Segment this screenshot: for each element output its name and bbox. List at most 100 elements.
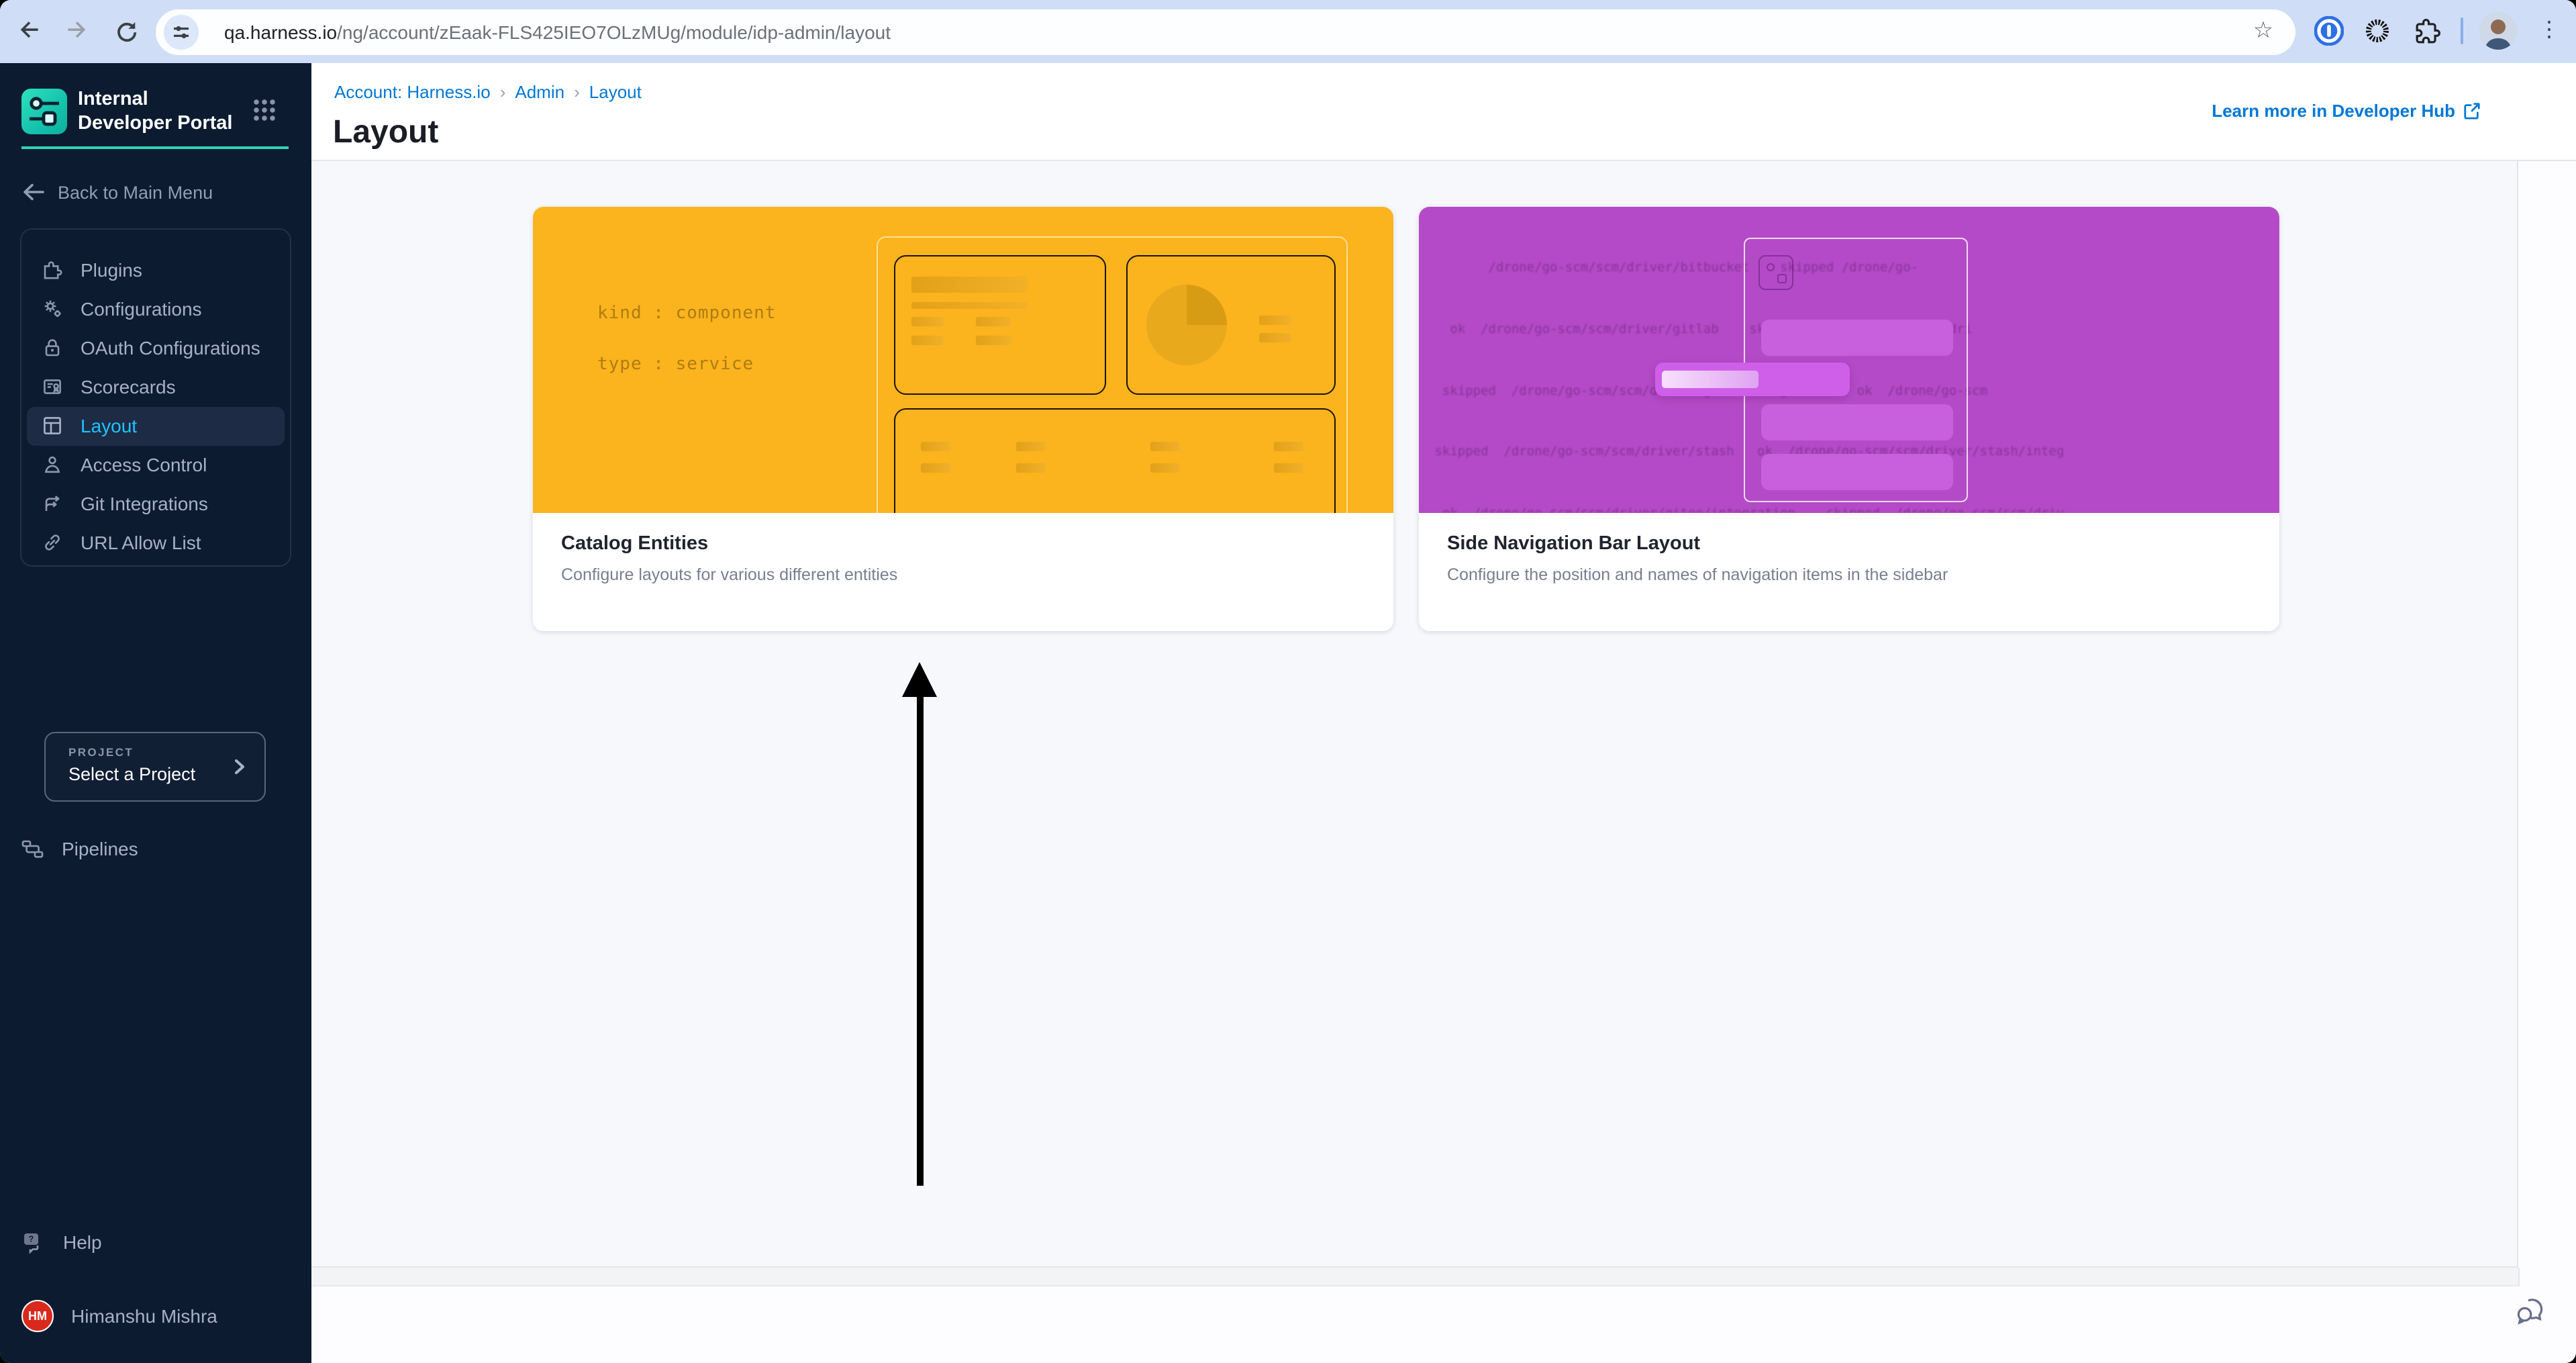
reload-button[interactable] [106, 11, 146, 51]
breadcrumb-separator: › [574, 82, 580, 102]
toolbar-divider [2461, 17, 2463, 44]
sidebar-item-label: Git Integrations [81, 493, 208, 514]
left-arrow-icon [23, 183, 44, 201]
puzzle-icon [2415, 18, 2440, 43]
sidebar-item-git-integrations[interactable]: Git Integrations [27, 484, 285, 523]
browser-window: qa.harness.io/ng/account/zEaak-FLS425IEO… [0, 0, 2576, 1363]
sidebar-item-access-control[interactable]: Access Control [27, 445, 285, 484]
profile-photo [2479, 12, 2517, 50]
help-label: Help [63, 1231, 102, 1253]
breadcrumb-admin-link[interactable]: Admin [515, 82, 564, 102]
card-catalog-entities[interactable]: kind : component type : service Catalog … [533, 207, 1393, 631]
sunburst-icon [2366, 19, 2389, 42]
card-title: Side Navigation Bar Layout [1447, 533, 1701, 555]
url-text[interactable]: qa.harness.io/ng/account/zEaak-FLS425IEO… [224, 9, 891, 55]
idp-logo-glyph [30, 97, 59, 126]
back-icon [20, 21, 38, 38]
sidebar-item-configurations[interactable]: Configurations [27, 289, 285, 328]
sidebar-item-plugins[interactable]: Plugins [27, 250, 285, 289]
sidebar-item-label: URL Allow List [81, 532, 201, 553]
pie-chart-shape [1146, 285, 1227, 365]
code-line: type : service [597, 355, 754, 375]
annotation-arrow-line [917, 694, 924, 1186]
sidebar-item-scorecards[interactable]: Scorecards [27, 367, 285, 406]
card-subtitle: Configure the position and names of navi… [1447, 565, 1948, 584]
gear-icon [44, 300, 61, 317]
sidebar-item-pipelines[interactable]: Pipelines [21, 829, 138, 869]
sidebar-item-label: Configurations [81, 298, 202, 320]
idp-logo[interactable] [21, 89, 67, 134]
back-button[interactable] [9, 11, 50, 51]
user-name: Himanshu Mishra [71, 1305, 217, 1327]
help-button[interactable]: ? Help [21, 1222, 102, 1262]
sidebar-item-label: Pipelines [62, 838, 138, 859]
wireframe-panel-about [894, 255, 1106, 395]
side-nav-illustration: /drone/go-scm/scm/driver/bitbucket skipp… [1419, 207, 2279, 513]
app-grid-icon[interactable] [252, 98, 277, 122]
nav-dragged-item [1655, 363, 1850, 396]
help-chat-icon: ? [24, 1233, 39, 1254]
scorecard-icon [44, 379, 61, 394]
extension-spinner-icon[interactable] [2359, 12, 2396, 50]
layout-icon [44, 417, 61, 434]
lock-icon [45, 339, 60, 357]
project-label: PROJECT [68, 745, 134, 759]
sidebar-item-url-allow-list[interactable]: URL Allow List [27, 523, 285, 562]
breadcrumb-account-link[interactable]: Account: Harness.io [334, 82, 491, 102]
1password-icon [2314, 16, 2344, 46]
content-footer-strip [311, 1268, 2520, 1286]
card-subtitle: Configure layouts for various different … [561, 565, 898, 584]
page-header: Account: Harness.io › Admin › Layout Lay… [311, 63, 2576, 161]
nav-placeholder-item [1761, 404, 1953, 440]
extension-1password-icon[interactable] [2310, 12, 2348, 50]
back-to-main-menu-label: Back to Main Menu [58, 182, 213, 202]
bookmark-star-icon[interactable]: ☆ [2244, 12, 2282, 50]
sidebar-item-label: Plugins [81, 259, 142, 281]
wireframe-panel-table [894, 408, 1336, 513]
git-branch-icon [45, 496, 60, 511]
sidebar-item-layout[interactable]: Layout [27, 406, 285, 445]
url-host: qa.harness.io [224, 21, 338, 43]
project-selector[interactable]: PROJECT Select a Project [44, 732, 266, 802]
project-value: Select a Project [68, 764, 196, 784]
forward-button[interactable] [56, 11, 97, 51]
link-icon [45, 534, 60, 551]
sidebar-item-oauth-configurations[interactable]: OAuth Configurations [27, 328, 285, 367]
browser-toolbar: qa.harness.io/ng/account/zEaak-FLS425IEO… [0, 0, 2576, 63]
nav-placeholder-item [1761, 454, 1953, 490]
breadcrumb-layout-link[interactable]: Layout [589, 82, 642, 102]
site-settings-chip[interactable] [164, 15, 199, 50]
sidebar-item-label: Access Control [81, 454, 207, 475]
url-bar[interactable]: qa.harness.io/ng/account/zEaak-FLS425IEO… [156, 9, 2295, 55]
page-title: Layout [333, 114, 439, 150]
sidebar-item-label: Scorecards [81, 376, 176, 397]
card-footer: Catalog Entities Configure layouts for v… [533, 513, 1393, 631]
tune-icon [174, 26, 189, 38]
wireframe-logo-outline [1758, 255, 1793, 290]
forward-icon [68, 21, 86, 38]
code-line: kind : component [597, 303, 777, 324]
browser-menu-button[interactable]: ⋮ [2532, 12, 2567, 50]
browser-profile-avatar[interactable] [2479, 12, 2517, 50]
nine-dots-icon [254, 99, 275, 121]
extensions-puzzle-icon[interactable] [2408, 12, 2446, 50]
sidebar: Internal Developer Portal Back to Main M… [0, 63, 311, 1363]
card-title: Catalog Entities [561, 533, 709, 555]
chat-bubbles-icon [2517, 1299, 2543, 1325]
person-icon [44, 456, 60, 473]
learn-more-link[interactable]: Learn more in Developer Hub [2212, 101, 2481, 121]
annotation-arrow-head [902, 662, 937, 697]
back-to-main-menu[interactable]: Back to Main Menu [21, 177, 213, 207]
plugin-icon [44, 261, 62, 279]
breadcrumb-separator: › [499, 82, 506, 102]
reload-icon [117, 21, 137, 42]
sidebar-divider [21, 146, 289, 149]
chat-widget-button[interactable] [2514, 1295, 2549, 1329]
catalog-entities-illustration: kind : component type : service [533, 207, 1393, 513]
card-side-nav-layout[interactable]: /drone/go-scm/scm/driver/bitbucket skipp… [1419, 207, 2279, 631]
user-profile-row[interactable]: HM Himanshu Mishra [21, 1296, 217, 1336]
external-link-icon [2464, 103, 2480, 120]
user-avatar: HM [21, 1300, 54, 1332]
sidebar-item-label: Layout [81, 415, 138, 436]
nav-placeholder-item [1761, 320, 1953, 356]
